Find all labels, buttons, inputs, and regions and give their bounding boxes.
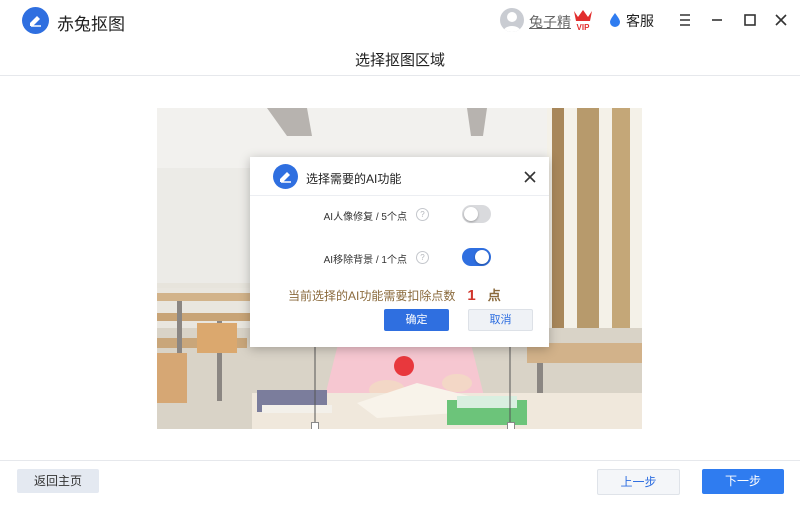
service-label: 客服 xyxy=(626,13,654,29)
option-remove-background-label: AI移除背景 / 1个点 xyxy=(323,255,407,266)
page-title: 选择抠图区域 xyxy=(354,52,445,69)
toggle-knob xyxy=(475,250,489,264)
crop-handle-bottom-right[interactable] xyxy=(507,422,515,429)
username-link[interactable]: 兔子精 xyxy=(529,12,571,32)
toggle-knob xyxy=(464,207,478,221)
cost-value: 1 xyxy=(467,287,476,304)
remove-background-toggle[interactable] xyxy=(462,248,491,266)
close-icon[interactable] xyxy=(523,170,537,184)
menu-icon[interactable] xyxy=(675,10,695,30)
cost-unit: 点 xyxy=(487,288,501,303)
help-icon[interactable]: ? xyxy=(416,251,429,264)
dialog-header: 选择需要的AI功能 xyxy=(250,157,549,196)
footer-bar xyxy=(0,460,800,508)
app-title: 赤兔抠图 xyxy=(57,15,125,34)
option-portrait-repair-label: AI人像修复 / 5个点 xyxy=(323,212,407,223)
cost-summary: 当前选择的AI功能需要扣除点数 1 点 xyxy=(288,285,501,304)
confirm-button[interactable]: 确定 xyxy=(384,309,449,331)
ai-function-dialog: 选择需要的AI功能 AI人像修复 / 5个点 ? AI移除背景 / 1个点 ? … xyxy=(250,157,549,347)
cost-text: 当前选择的AI功能需要扣除点数 xyxy=(288,289,456,303)
app-logo-icon xyxy=(273,164,298,189)
help-icon[interactable]: ? xyxy=(416,208,429,221)
crop-handle-bottom-left[interactable] xyxy=(311,422,319,429)
next-step-button[interactable]: 下一步 xyxy=(702,469,784,494)
portrait-repair-toggle[interactable] xyxy=(462,205,491,223)
avatar-icon[interactable] xyxy=(500,8,524,32)
dialog-title: 选择需要的AI功能 xyxy=(306,172,402,186)
vip-badge-text: VIP xyxy=(577,23,591,32)
vip-crown-icon[interactable]: VIP xyxy=(572,8,594,32)
cancel-button[interactable]: 取消 xyxy=(468,309,533,331)
maximize-icon[interactable] xyxy=(740,10,760,30)
close-icon[interactable] xyxy=(771,10,791,30)
title-bar: 赤兔抠图 兔子精 VIP 客服 xyxy=(0,0,800,40)
return-home-button[interactable]: 返回主页 xyxy=(17,469,99,493)
minimize-icon[interactable] xyxy=(707,10,727,30)
service-drop-icon xyxy=(610,13,620,27)
previous-step-button[interactable]: 上一步 xyxy=(597,469,680,495)
app-logo-icon xyxy=(22,7,49,34)
